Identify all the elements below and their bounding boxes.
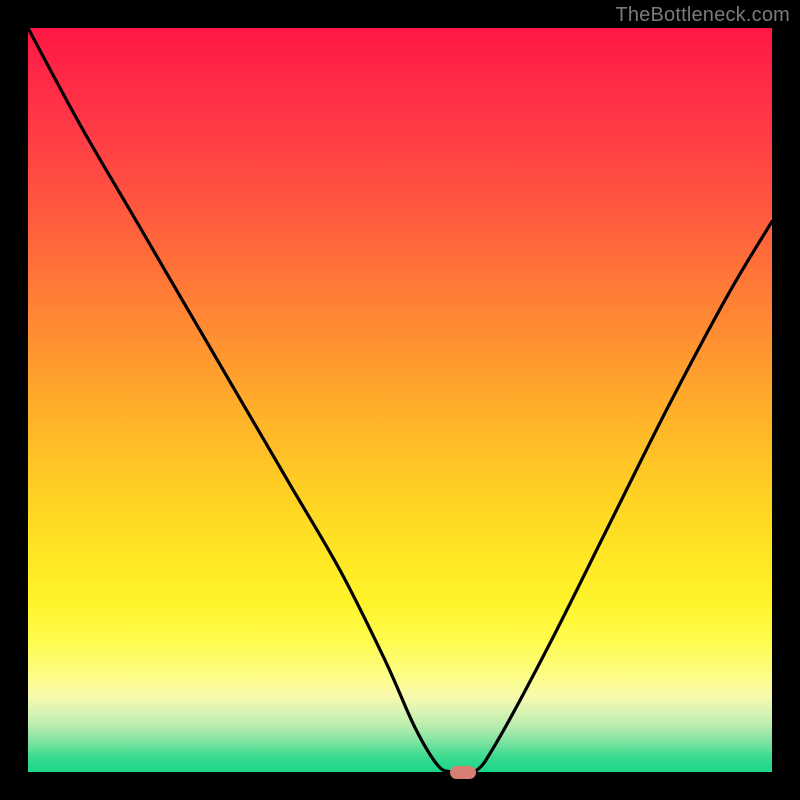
curve-path <box>28 28 772 775</box>
plot-area <box>28 28 772 772</box>
chart-frame: TheBottleneck.com <box>0 0 800 800</box>
watermark-text: TheBottleneck.com <box>615 4 790 27</box>
bottleneck-curve <box>28 28 772 772</box>
optimal-point-marker <box>450 766 476 779</box>
